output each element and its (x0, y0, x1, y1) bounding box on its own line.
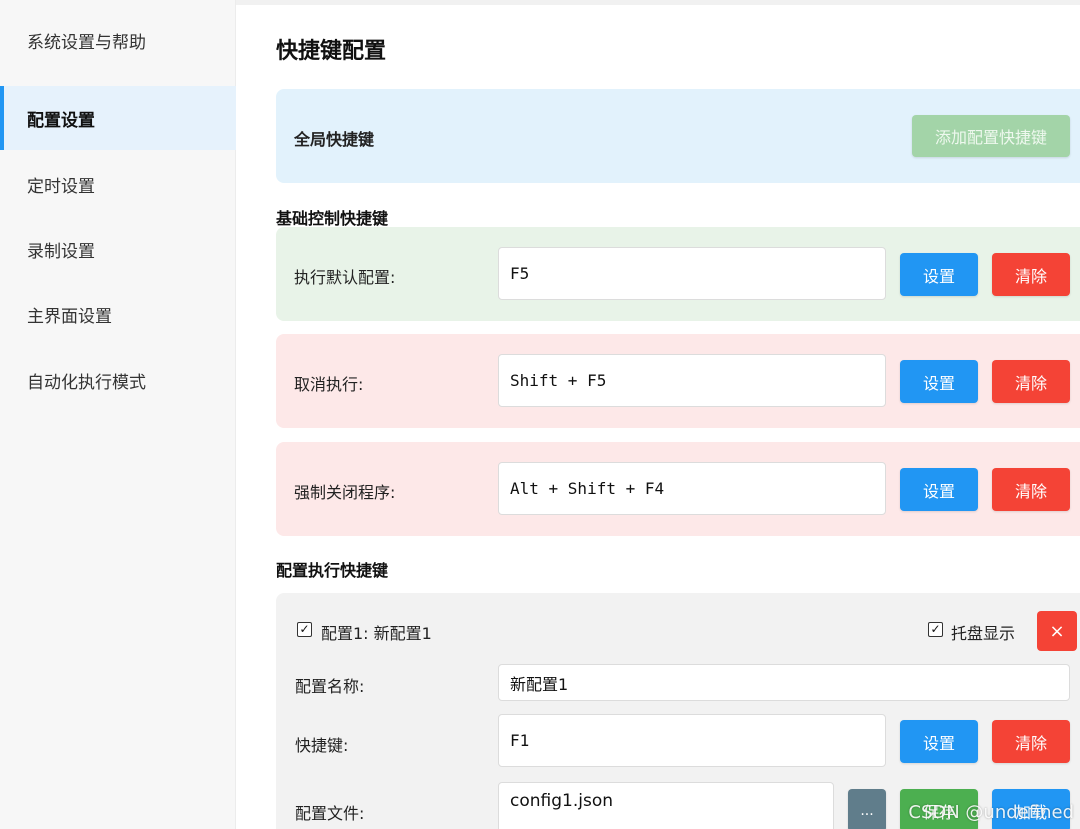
config-hotkey-input[interactable]: F1 (498, 714, 886, 767)
global-hotkey-label: 全局快捷键 (294, 130, 375, 149)
config-enable-checkbox[interactable]: ✓ (297, 622, 312, 637)
sidebar-item-label: 配置设置 (27, 110, 95, 131)
config-file-label: 配置文件: (295, 804, 365, 823)
global-hotkey-card: 全局快捷键 添加配置快捷键 (276, 89, 1080, 183)
sidebar-item-system-help[interactable]: 系统设置与帮助 (0, 8, 236, 72)
set-button[interactable]: 设置 (900, 468, 978, 511)
main-panel: 快捷键配置 全局快捷键 添加配置快捷键 基础控制快捷键 执行默认配置: F5 设… (236, 0, 1080, 829)
sidebar-item-config[interactable]: 配置设置 (0, 86, 236, 150)
hotkey-row-label: 执行默认配置: (294, 268, 396, 287)
sidebar-item-main-ui[interactable]: 主界面设置 (0, 282, 236, 346)
config-name-label: 配置名称: (295, 677, 365, 696)
config-exec-section-title: 配置执行快捷键 (276, 561, 389, 580)
sidebar-item-label: 录制设置 (27, 241, 95, 262)
tray-display-label: 托盘显示 (951, 624, 1016, 643)
hotkey-row-force-close: 强制关闭程序: Alt + Shift + F4 设置 清除 (276, 442, 1080, 536)
hotkey-input-execute-default[interactable]: F5 (498, 247, 886, 300)
sidebar-item-label: 自动化执行模式 (27, 372, 146, 393)
set-button[interactable]: 设置 (900, 360, 978, 403)
watermark: CSDN @undefined (908, 802, 1074, 823)
hotkey-input-cancel[interactable]: Shift + F5 (498, 354, 886, 407)
set-button[interactable]: 设置 (900, 253, 978, 296)
sidebar-item-record[interactable]: 录制设置 (0, 217, 236, 281)
hotkey-input-force-close[interactable]: Alt + Shift + F4 (498, 462, 886, 515)
sidebar-item-label: 定时设置 (27, 176, 95, 197)
add-config-hotkey-button[interactable]: 添加配置快捷键 (912, 115, 1070, 157)
clear-button[interactable]: 清除 (992, 253, 1070, 296)
clear-button[interactable]: 清除 (992, 720, 1070, 763)
config-file-input[interactable]: config1.json (498, 782, 834, 829)
basic-section-title: 基础控制快捷键 (276, 209, 389, 228)
top-divider (236, 0, 1080, 5)
hotkey-label: 快捷键: (295, 736, 349, 755)
tray-display-checkbox[interactable]: ✓ (928, 622, 943, 637)
clear-button[interactable]: 清除 (992, 468, 1070, 511)
browse-file-button[interactable]: ... (848, 789, 886, 829)
close-icon: × (1049, 620, 1065, 642)
sidebar-item-label: 主界面设置 (27, 306, 112, 327)
sidebar-item-timer[interactable]: 定时设置 (0, 152, 236, 216)
hotkey-row-label: 取消执行: (294, 375, 364, 394)
config-item-card: ✓ 配置1: 新配置1 ✓ 托盘显示 × 配置名称: 新配置1 快捷键: F1 … (276, 593, 1080, 829)
hotkey-row-cancel: 取消执行: Shift + F5 设置 清除 (276, 334, 1080, 428)
sidebar-item-automation[interactable]: 自动化执行模式 (0, 348, 236, 412)
hotkey-row-execute-default: 执行默认配置: F5 设置 清除 (276, 227, 1080, 321)
sidebar: 系统设置与帮助 配置设置 定时设置 录制设置 主界面设置 自动化执行模式 (0, 0, 236, 829)
hotkey-row-label: 强制关闭程序: (294, 483, 396, 502)
config-name-input[interactable]: 新配置1 (498, 664, 1070, 701)
page-title: 快捷键配置 (276, 39, 387, 64)
clear-button[interactable]: 清除 (992, 360, 1070, 403)
sidebar-item-label: 系统设置与帮助 (27, 32, 146, 53)
config-item-header: 配置1: 新配置1 (321, 624, 432, 643)
set-button[interactable]: 设置 (900, 720, 978, 763)
delete-config-button[interactable]: × (1037, 611, 1077, 651)
